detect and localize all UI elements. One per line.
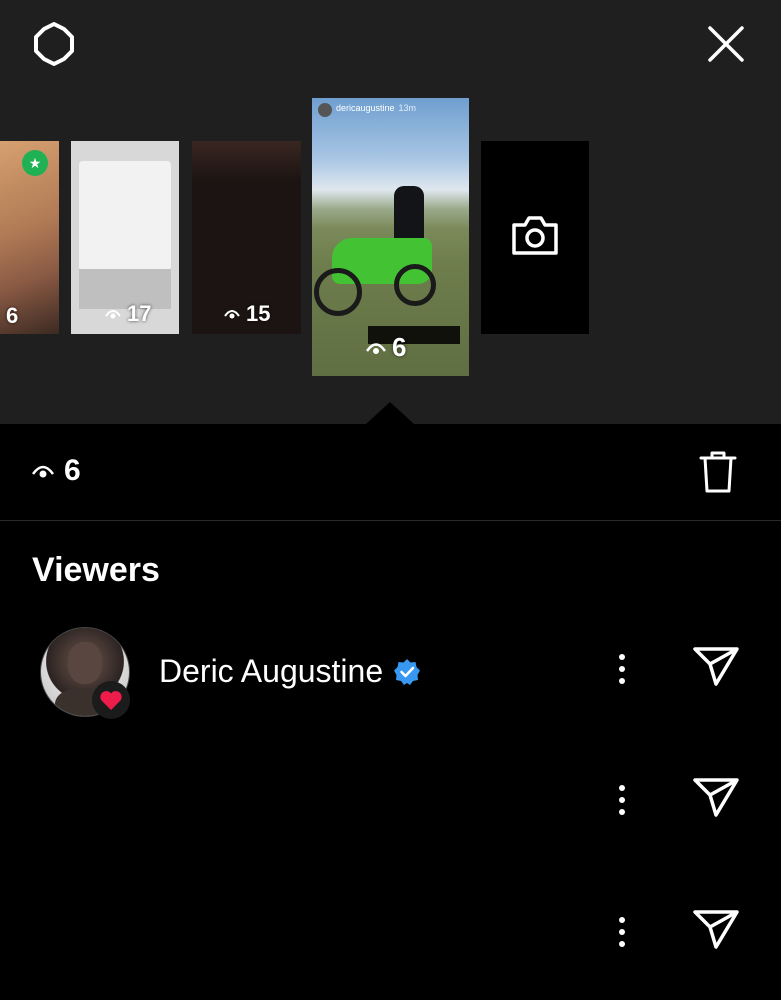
- viewer-row[interactable]: [0, 758, 781, 858]
- more-options-icon[interactable]: [606, 780, 638, 820]
- close-icon[interactable]: [700, 18, 752, 70]
- story-view-count: 15: [224, 301, 270, 327]
- story-stats-bar: 6: [0, 424, 781, 521]
- story-thumbnail-selected[interactable]: dericaugustine 13m 6: [312, 98, 469, 376]
- avatar-face: [68, 642, 102, 684]
- selected-pointer: [366, 402, 414, 424]
- story-thumbnail[interactable]: 15: [192, 141, 301, 334]
- eye-icon: [32, 465, 54, 478]
- camera-icon: [512, 216, 558, 255]
- view-count-value: 6: [64, 454, 81, 487]
- story-tray: ★ 6 17 15 dericaugustine 13m 6: [0, 0, 781, 424]
- viewer-name[interactable]: Deric Augustine: [159, 653, 421, 690]
- viewer-row[interactable]: Deric Augustine: [0, 627, 781, 727]
- bike-wheel: [314, 268, 362, 316]
- story-content: [79, 161, 171, 271]
- viewers-heading: Viewers: [32, 551, 160, 589]
- heart-icon: [92, 681, 130, 719]
- story-thumbnail[interactable]: 17: [71, 141, 179, 334]
- author-avatar: [318, 103, 332, 117]
- story-header: dericaugustine 13m: [336, 103, 416, 113]
- eye-icon: [105, 310, 121, 319]
- view-count[interactable]: 6: [32, 454, 81, 488]
- story-author: dericaugustine: [336, 103, 395, 113]
- add-story-button[interactable]: [481, 141, 589, 334]
- settings-gear-icon[interactable]: [28, 18, 80, 70]
- story-view-count: 6: [6, 303, 19, 328]
- send-message-icon[interactable]: [692, 645, 742, 691]
- verified-badge-icon: [394, 658, 421, 685]
- eye-icon: [224, 310, 240, 319]
- story-view-count: 6: [366, 332, 406, 363]
- story-view-count: 17: [105, 301, 151, 327]
- story-image: [192, 141, 301, 181]
- story-time: 13m: [398, 103, 417, 113]
- viewer-row[interactable]: [0, 890, 781, 990]
- send-message-icon[interactable]: [692, 776, 742, 822]
- send-message-icon[interactable]: [692, 908, 742, 954]
- bike-wheel: [394, 264, 436, 306]
- story-thumbnail[interactable]: ★ 6: [0, 141, 59, 334]
- star-icon: ★: [22, 150, 48, 176]
- trash-icon[interactable]: [694, 448, 742, 496]
- more-options-icon[interactable]: [606, 649, 638, 689]
- eye-icon: [366, 342, 386, 354]
- more-options-icon[interactable]: [606, 912, 638, 952]
